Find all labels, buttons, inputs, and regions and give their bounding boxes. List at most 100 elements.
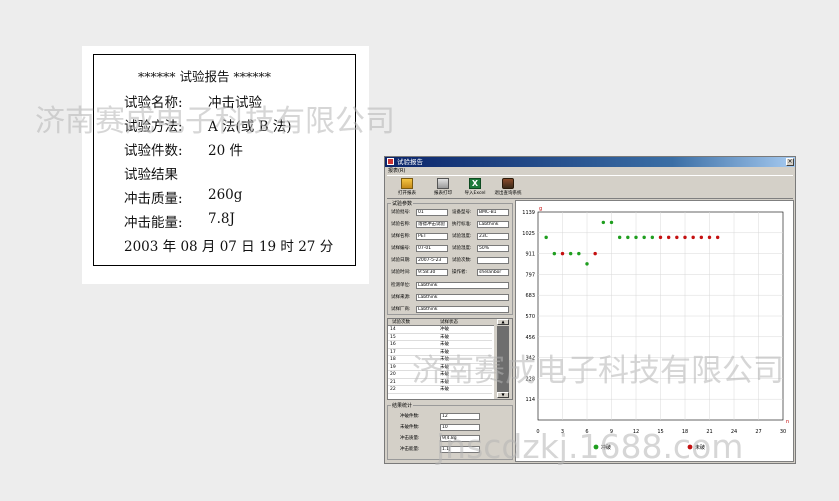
cell-count: 22 bbox=[390, 387, 396, 392]
test-count-label: 试验次数: bbox=[452, 258, 472, 263]
params-group-title: 试验参数 bbox=[391, 200, 414, 207]
scroll-thumb[interactable] bbox=[497, 326, 509, 396]
data-point-unbroken bbox=[593, 251, 597, 256]
test-count-field[interactable] bbox=[477, 257, 509, 264]
test-name-label: 试验名称: bbox=[391, 222, 411, 227]
menu-report[interactable]: 报表(R) bbox=[388, 168, 405, 174]
standard-field[interactable]: Labthink bbox=[477, 221, 509, 228]
table-row[interactable]: 14 冲破 bbox=[388, 326, 492, 334]
report-name-label: 试验名称: bbox=[124, 95, 183, 111]
data-point-unbroken bbox=[715, 235, 720, 240]
table-scrollbar[interactable]: ▲ ▼ bbox=[494, 319, 512, 399]
y-tick-label: 228 bbox=[525, 376, 535, 382]
report-result-heading: 试验结果 bbox=[124, 167, 178, 183]
print-report-button[interactable]: 报表打印 bbox=[425, 177, 461, 198]
exit-button[interactable]: 退出查询系统 bbox=[487, 177, 529, 198]
chart-svg: 1139 1025 911 797 683 570 456 342 228 114 0 3 6 9 12 15… bbox=[522, 206, 789, 451]
data-point-broken bbox=[585, 262, 589, 266]
folder-icon bbox=[401, 178, 413, 189]
y-axis-unit: g bbox=[539, 206, 542, 212]
y-tick-label: 797 bbox=[525, 272, 535, 278]
data-point-unbroken bbox=[691, 235, 695, 240]
scroll-up-button[interactable]: ▲ bbox=[497, 319, 509, 325]
data-point-unbroken bbox=[658, 235, 663, 240]
report-method-row: 试验方法: A 法(或 B 法) bbox=[124, 115, 292, 135]
report-energy-row: 冲击能量: 7.8J bbox=[124, 211, 235, 231]
cell-count: 20 bbox=[390, 372, 396, 377]
data-point-broken bbox=[634, 235, 638, 240]
legend-broken-label: 冲破 bbox=[601, 444, 611, 451]
humidity-field[interactable]: 50% bbox=[477, 245, 509, 252]
maker-label: 试样厂商: bbox=[391, 307, 411, 312]
table-row[interactable]: 22 未破 bbox=[388, 386, 492, 394]
table-row[interactable]: 15 未破 bbox=[388, 334, 492, 341]
cell-count: 14 bbox=[390, 327, 396, 332]
test-time-field[interactable]: 9:58:30 bbox=[416, 269, 448, 276]
lab-field[interactable]: Labthink bbox=[416, 282, 509, 289]
stats-group-title: 结果统计 bbox=[391, 402, 414, 409]
sample-id-field[interactable]: 07-01 bbox=[416, 245, 448, 252]
device-label: 设备型号: bbox=[452, 210, 472, 215]
data-point-broken bbox=[601, 220, 606, 225]
table-header: 试验次数 试样状态 bbox=[388, 319, 506, 326]
data-point-broken bbox=[609, 220, 614, 225]
y-tick-label: 114 bbox=[525, 397, 535, 403]
y-tick-label: 1139 bbox=[522, 210, 535, 216]
sample-name-field[interactable]: PET bbox=[416, 233, 448, 240]
stats-group: 结果统计 冲破件数: 12 未破件数: 10 冲击质量: 9(4.8g 冲击能量… bbox=[387, 402, 513, 460]
cell-status: 冲破 bbox=[440, 327, 449, 332]
table-row[interactable]: 20 未破 bbox=[388, 371, 492, 379]
report-name-value: 冲击试验 bbox=[208, 95, 262, 111]
report-count-row: 试验件数: 20 件 bbox=[124, 139, 243, 159]
data-point-broken bbox=[650, 235, 655, 240]
test-date-label: 试验日期: bbox=[391, 258, 411, 263]
test-time-label: 试验时间: bbox=[391, 270, 411, 275]
print-report-label: 报表打印 bbox=[434, 191, 452, 196]
legend-unbroken-marker bbox=[687, 444, 693, 450]
data-point-unbroken bbox=[707, 235, 712, 240]
operator-field[interactable]: shelanbor bbox=[477, 269, 509, 276]
x-tick-label: 6 bbox=[585, 429, 588, 435]
test-results-table[interactable]: 试验次数 试样状态 14 冲破 15 未破 16 未破 17 未破 18 未破 19 未破 … bbox=[387, 318, 513, 400]
close-button[interactable]: × bbox=[786, 158, 794, 166]
table-row[interactable]: 19 未破 bbox=[388, 364, 492, 371]
app-icon bbox=[387, 158, 394, 165]
data-point-unbroken bbox=[683, 235, 687, 240]
open-report-button[interactable]: 打开报表 bbox=[389, 177, 425, 198]
impact-mass-field[interactable]: 9(4.8g bbox=[440, 435, 480, 442]
unbroken-count-field[interactable]: 10 bbox=[440, 424, 480, 431]
report-method-label: 试验方法: bbox=[124, 119, 183, 135]
report-energy-label: 冲击能量: bbox=[124, 215, 183, 231]
lab-label: 检测单位: bbox=[391, 283, 411, 288]
report-datetime: 2003 年 08 月 07 日 19 时 27 分 bbox=[124, 239, 334, 255]
test-date-field[interactable]: 2007-5-23 bbox=[416, 257, 448, 264]
excel-icon: X bbox=[469, 178, 481, 189]
test-name-field[interactable]: 落镖冲击试验 bbox=[416, 221, 448, 228]
report-window: 试验报告 × 报表(R) 打开报表 报表打印 X 导入Excel 退出查询系统 bbox=[384, 156, 796, 464]
broken-count-field[interactable]: 12 bbox=[440, 413, 480, 420]
report-frame: ****** 试验报告 ****** 试验名称: 冲击试验 试验方法: A 法(… bbox=[93, 54, 356, 266]
scroll-down-button[interactable]: ▼ bbox=[497, 392, 509, 398]
col-sample-status: 试样状态 bbox=[440, 320, 458, 325]
cell-status: 未破 bbox=[440, 379, 449, 385]
table-row[interactable]: 18 未破 bbox=[388, 356, 492, 364]
import-excel-label: 导入Excel bbox=[464, 191, 486, 196]
maker-field[interactable]: Labthink bbox=[416, 306, 509, 313]
report-energy-value: 7.8J bbox=[208, 211, 235, 227]
temperature-field[interactable]: 23C bbox=[477, 233, 509, 240]
params-group: 试验参数 试验批号: 01 设备型号: BMC-B1 试验名称: 落镖冲击试验 … bbox=[387, 200, 513, 315]
table-row[interactable]: 21 未破 bbox=[388, 379, 492, 386]
x-tick-label: 0 bbox=[536, 429, 539, 435]
source-field[interactable]: Labthink bbox=[416, 294, 509, 301]
window-titlebar[interactable]: 试验报告 × bbox=[385, 157, 795, 167]
screenshot-stage: ****** 试验报告 ****** 试验名称: 冲击试验 试验方法: A 法(… bbox=[0, 0, 839, 501]
cell-count: 21 bbox=[390, 379, 396, 385]
table-row[interactable]: 17 未破 bbox=[388, 349, 492, 356]
table-row[interactable]: 16 未破 bbox=[388, 341, 492, 349]
cell-status: 未破 bbox=[440, 349, 449, 355]
standard-label: 执行标准: bbox=[452, 222, 472, 227]
legend-broken-marker bbox=[593, 444, 599, 450]
batch-field[interactable]: 01 bbox=[416, 209, 448, 216]
impact-energy-field[interactable]: 1.1J bbox=[440, 446, 480, 453]
device-field[interactable]: BMC-B1 bbox=[477, 209, 509, 216]
